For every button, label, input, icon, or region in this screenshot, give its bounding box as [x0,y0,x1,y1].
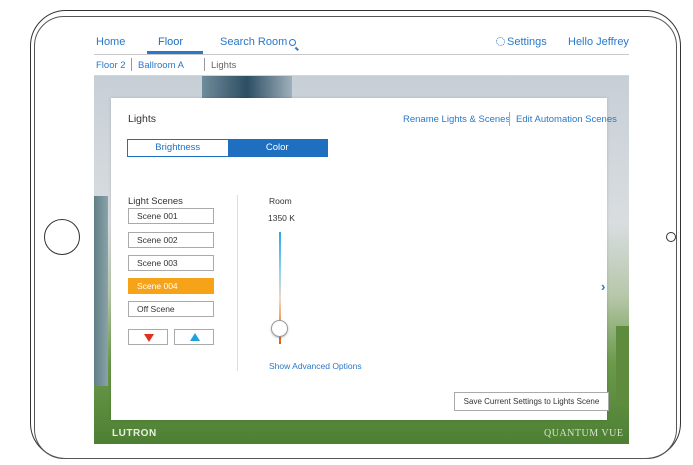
nav-search-room-label: Search Room [220,36,288,48]
tab-brightness[interactable]: Brightness [128,140,228,156]
mode-toggle: Brightness Color [127,139,328,157]
rename-lights-link[interactable]: Rename Lights & Scenes [403,114,510,125]
save-scene-button[interactable]: Save Current Settings to Lights Scene [454,392,609,411]
breadcrumb-floor[interactable]: Floor 2 [96,60,126,71]
search-icon [289,39,297,46]
gear-icon [496,37,505,46]
arrow-up-icon [190,333,200,341]
nav-search-room[interactable]: Search Room [220,36,297,48]
breadcrumb-divider [204,58,205,71]
scene-up-button[interactable] [174,329,214,345]
nav-active-indicator [147,51,203,54]
column-divider [237,195,238,371]
background-building-top [202,76,292,98]
scene-button[interactable]: Off Scene [128,301,214,317]
breadcrumb-room[interactable]: Ballroom A [138,60,184,71]
arrow-down-icon [144,334,154,342]
breadcrumb-current: Lights [211,60,237,71]
room-label: Room [269,196,292,206]
edit-automation-link[interactable]: Edit Automation Scenes [516,114,617,125]
background-building [94,196,108,386]
scene-button[interactable]: Scene 003 [128,255,214,271]
nav-home[interactable]: Home [96,36,125,48]
scenes-heading: Light Scenes [128,196,183,207]
lutron-logo: LUTRON [112,428,157,439]
background-trees [616,326,629,406]
scene-button[interactable]: Scene 001 [128,208,214,224]
tablet-home-button[interactable] [44,219,80,255]
lights-panel: Lights Rename Lights & Scenes Edit Autom… [111,98,617,420]
nav-user-greeting[interactable]: Hello Jeffrey [568,36,629,48]
color-temperature-value: 1350 K [268,213,295,223]
breadcrumb-divider [131,58,132,71]
slider-thumb[interactable] [271,320,288,337]
scene-down-button[interactable] [128,329,168,345]
panel-title: Lights [128,113,157,125]
app-screen: Home Floor Search Room Settings Hello Je… [94,30,629,444]
tablet-camera [666,232,676,242]
nav-settings-label: Settings [507,36,547,48]
nav-settings[interactable]: Settings [496,36,547,48]
scene-button-active[interactable]: Scene 004 [128,278,214,294]
nav-floor[interactable]: Floor [158,36,183,48]
scene-button[interactable]: Scene 002 [128,232,214,248]
chevron-right-icon[interactable]: › [601,279,605,294]
top-nav: Home Floor Search Room Settings Hello Je… [94,30,629,55]
advanced-options-link[interactable]: Show Advanced Options [269,361,362,371]
quantum-vue-logo: QUANTUM VUE [544,428,624,439]
tab-color[interactable]: Color [227,140,327,156]
breadcrumb: Floor 2 Ballroom A Lights [94,55,629,76]
link-divider [509,112,510,126]
